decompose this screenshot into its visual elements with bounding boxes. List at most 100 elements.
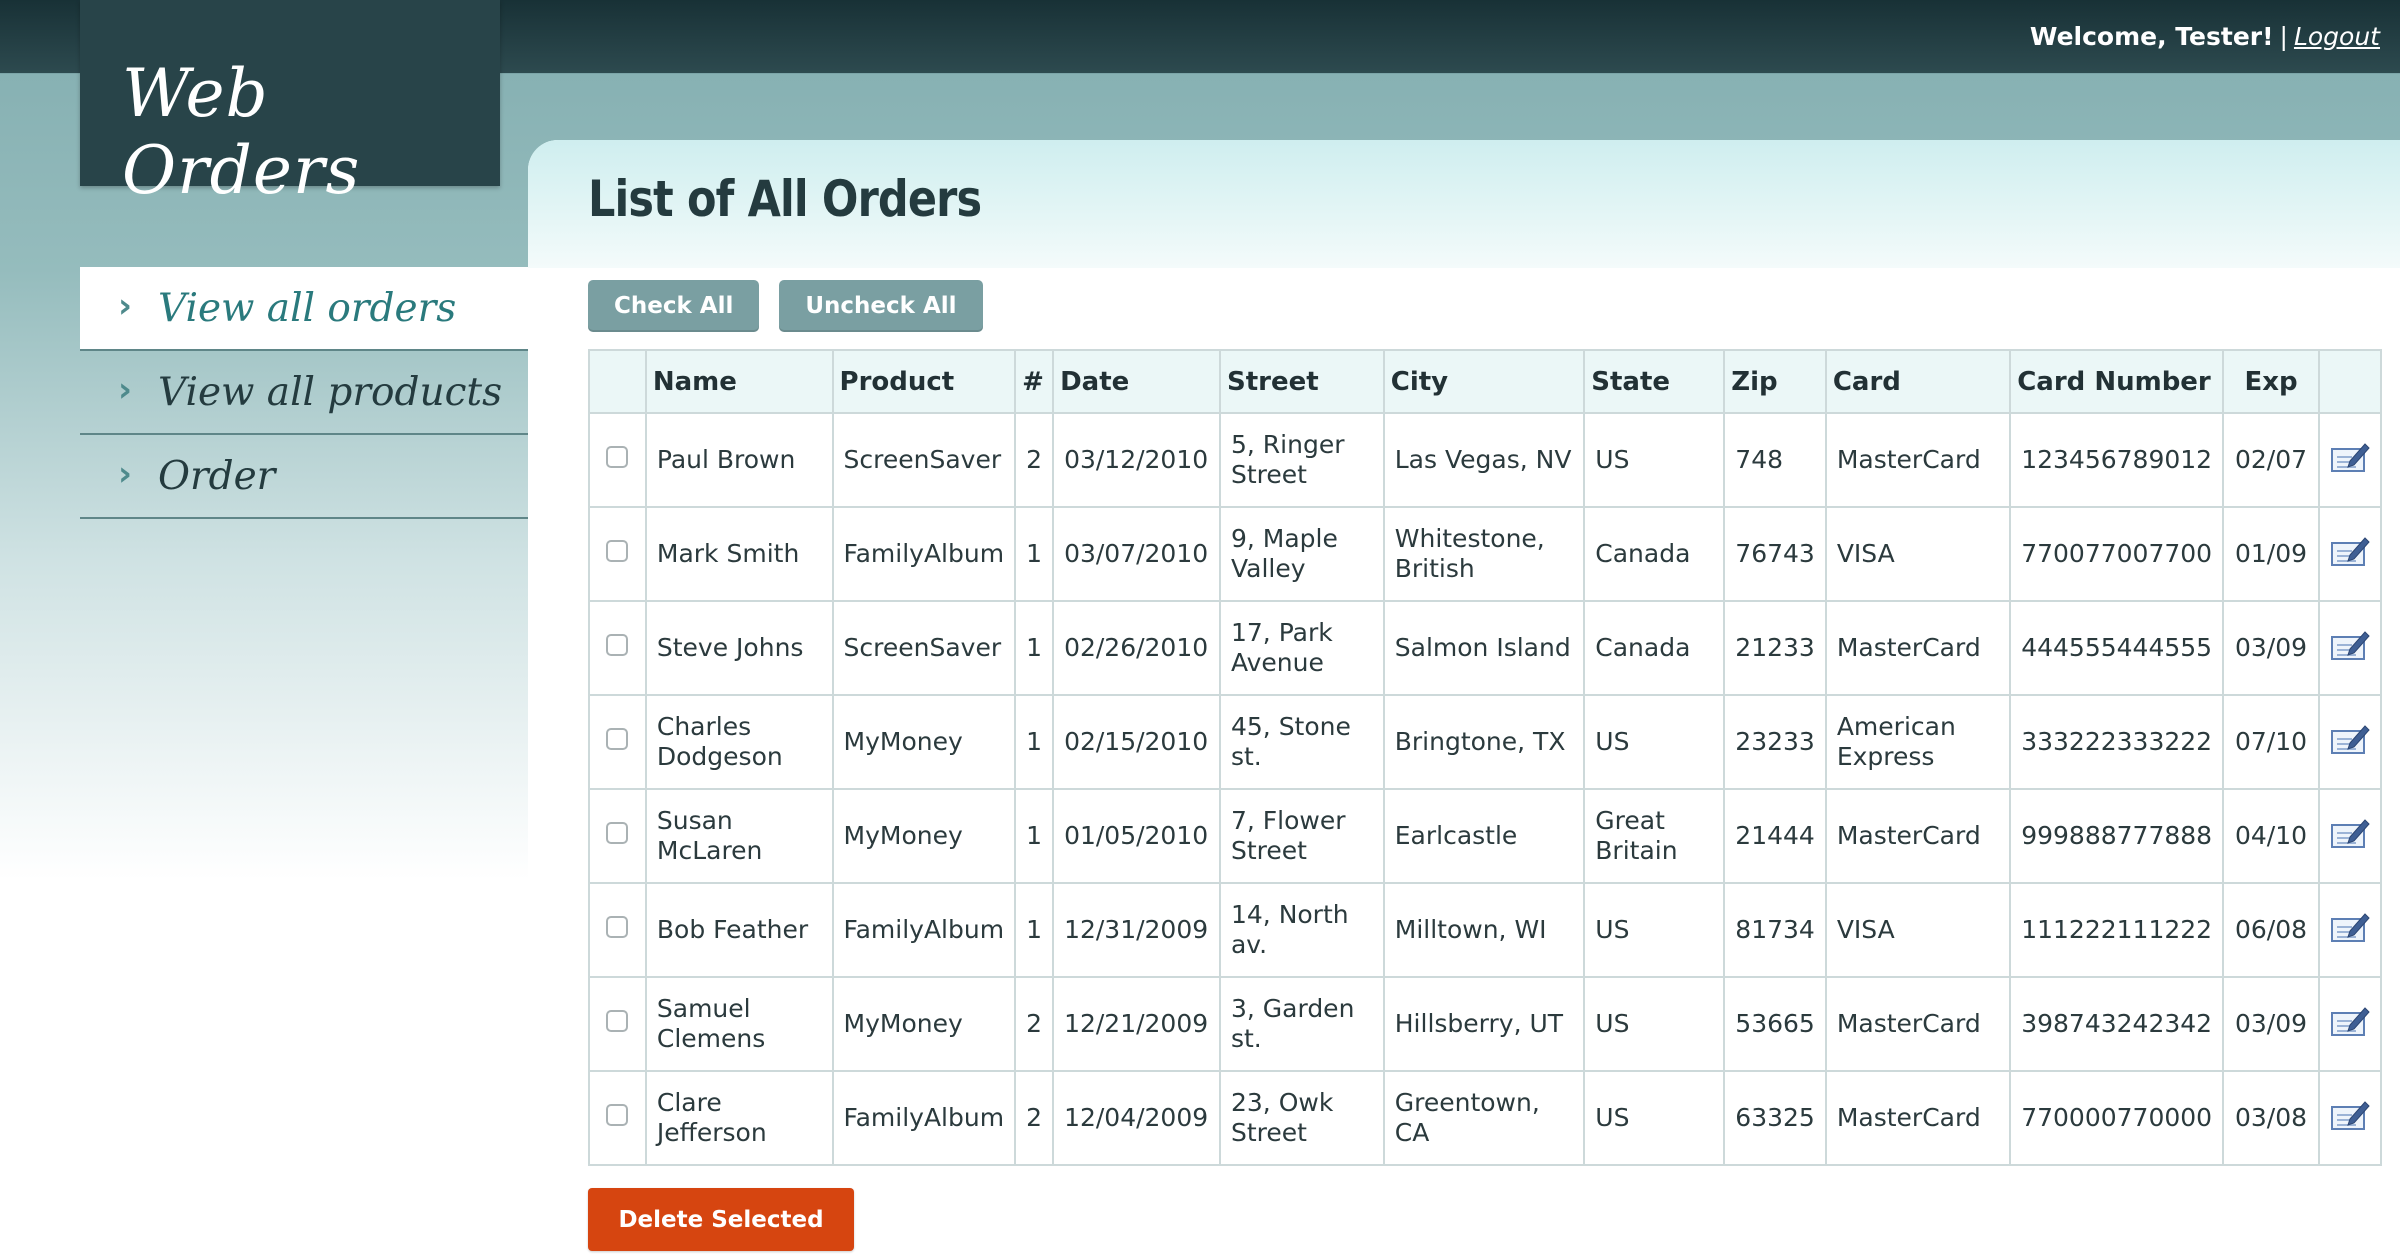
row-edit-cell <box>2317 882 2383 978</box>
sidebar-item-view-all-products[interactable]: › View all products <box>80 351 528 435</box>
cell-quantity: 2 <box>1014 1070 1055 1166</box>
sidebar-nav: › View all orders › View all products › … <box>80 267 528 519</box>
cell-name: Clare Jefferson <box>644 1070 834 1166</box>
cell-card: MasterCard <box>1824 788 2012 884</box>
column-header-name: Name <box>644 349 834 414</box>
cell-city: Milltown, WI <box>1382 882 1586 978</box>
cell-state: US <box>1583 694 1726 790</box>
cell-name: Mark Smith <box>644 506 834 602</box>
cell-date: 02/26/2010 <box>1052 600 1221 696</box>
sidebar-item-label: View all orders <box>158 285 457 331</box>
page-title: List of All Orders <box>588 170 982 228</box>
edit-icon[interactable] <box>2330 441 2370 473</box>
cell-quantity: 1 <box>1014 694 1055 790</box>
cell-zip: 76743 <box>1723 506 1827 602</box>
cell-date: 01/05/2010 <box>1052 788 1221 884</box>
cell-street: 9, Maple Valley <box>1218 506 1385 602</box>
table-row: Steve Johns ScreenSaver 1 02/26/2010 17, Par… <box>588 600 2383 696</box>
cell-product: MyMoney <box>831 788 1017 884</box>
cell-state: US <box>1583 1070 1726 1166</box>
cell-city: Earlcastle <box>1382 788 1586 884</box>
column-header-select <box>588 349 647 414</box>
selection-buttons: Check All Uncheck All <box>588 280 983 332</box>
cell-date: 02/15/2010 <box>1052 694 1221 790</box>
cell-exp: 03/08 <box>2222 1070 2320 1166</box>
row-select-cell <box>588 1070 647 1166</box>
row-edit-cell <box>2317 1070 2383 1166</box>
row-edit-cell <box>2317 694 2383 790</box>
row-checkbox[interactable] <box>606 822 629 844</box>
row-edit-cell <box>2317 976 2383 1072</box>
row-edit-cell <box>2317 788 2383 884</box>
row-edit-cell <box>2317 412 2383 508</box>
cell-exp: 07/10 <box>2222 694 2320 790</box>
table-row: Clare Jefferson FamilyAlbum 2 12/04/2009 23,… <box>588 1070 2383 1166</box>
welcome-text: Welcome, Tester! <box>2029 22 2274 51</box>
delete-selected-button[interactable]: Delete Selected <box>588 1188 854 1251</box>
cell-zip: 53665 <box>1723 976 1827 1072</box>
cell-city: Salmon Island <box>1382 600 1586 696</box>
cell-product: FamilyAlbum <box>831 1070 1017 1166</box>
cell-street: 14, North av. <box>1218 882 1385 978</box>
edit-icon[interactable] <box>2330 911 2370 943</box>
cell-exp: 01/09 <box>2222 506 2320 602</box>
cell-quantity: 2 <box>1014 976 1055 1072</box>
cell-street: 45, Stone st. <box>1218 694 1385 790</box>
table-row: Mark Smith FamilyAlbum 1 03/07/2010 9, Maple… <box>588 506 2383 602</box>
row-select-cell <box>588 976 647 1072</box>
cell-quantity: 1 <box>1014 882 1055 978</box>
cell-city: Bringtone, TX <box>1382 694 1586 790</box>
row-checkbox[interactable] <box>606 446 629 468</box>
edit-icon[interactable] <box>2330 817 2370 849</box>
edit-icon[interactable] <box>2330 629 2370 661</box>
cell-zip: 81734 <box>1723 882 1827 978</box>
row-checkbox[interactable] <box>606 1010 629 1032</box>
cell-state: US <box>1583 976 1726 1072</box>
edit-icon[interactable] <box>2330 1005 2370 1037</box>
edit-icon[interactable] <box>2330 535 2370 567</box>
row-checkbox[interactable] <box>606 728 629 750</box>
row-checkbox[interactable] <box>606 540 629 562</box>
uncheck-all-button[interactable]: Uncheck All <box>779 280 983 332</box>
cell-date: 03/12/2010 <box>1052 412 1221 508</box>
logo: Web Orders <box>80 0 500 209</box>
cell-card: VISA <box>1824 506 2012 602</box>
row-select-cell <box>588 882 647 978</box>
column-header-exp: Exp <box>2222 349 2320 414</box>
cell-zip: 21444 <box>1723 788 1827 884</box>
cell-name: Samuel Clemens <box>644 976 834 1072</box>
cell-state: Great Britain <box>1583 788 1726 884</box>
column-header-state: State <box>1583 349 1726 414</box>
cell-card: MasterCard <box>1824 1070 2012 1166</box>
cell-card-number: 123456789012 <box>2009 412 2225 508</box>
check-all-button[interactable]: Check All <box>588 280 760 332</box>
cell-date: 12/21/2009 <box>1052 976 1221 1072</box>
row-checkbox[interactable] <box>606 634 629 656</box>
cell-state: Canada <box>1583 506 1726 602</box>
column-header-street: Street <box>1218 349 1385 414</box>
cell-product: FamilyAlbum <box>831 506 1017 602</box>
cell-street: 7, Flower Street <box>1218 788 1385 884</box>
cell-quantity: 1 <box>1014 506 1055 602</box>
cell-state: US <box>1583 412 1726 508</box>
row-checkbox[interactable] <box>606 1104 629 1126</box>
chevron-right-icon: › <box>118 370 133 410</box>
sidebar-item-view-all-orders[interactable]: › View all orders <box>80 267 528 351</box>
table-row: Paul Brown ScreenSaver 2 03/12/2010 5, Ringe… <box>588 412 2383 508</box>
column-header-quantity: # <box>1014 349 1055 414</box>
cell-state: US <box>1583 882 1726 978</box>
header-separator: | <box>2279 22 2288 51</box>
cell-city: Whitestone, British <box>1382 506 1586 602</box>
edit-icon[interactable] <box>2330 723 2370 755</box>
cell-card-number: 111222111222 <box>2009 882 2225 978</box>
cell-product: FamilyAlbum <box>831 882 1017 978</box>
row-checkbox[interactable] <box>606 916 629 938</box>
cell-card-number: 999888777888 <box>2009 788 2225 884</box>
cell-card: MasterCard <box>1824 412 2012 508</box>
logo-text: Web Orders <box>122 55 361 209</box>
cell-exp: 03/09 <box>2222 600 2320 696</box>
edit-icon[interactable] <box>2330 1099 2370 1131</box>
logout-link[interactable]: Logout <box>2294 22 2380 51</box>
table-row: Charles Dodgeson MyMoney 1 02/15/2010 45, St… <box>588 694 2383 790</box>
sidebar-item-order[interactable]: › Order <box>80 435 528 519</box>
